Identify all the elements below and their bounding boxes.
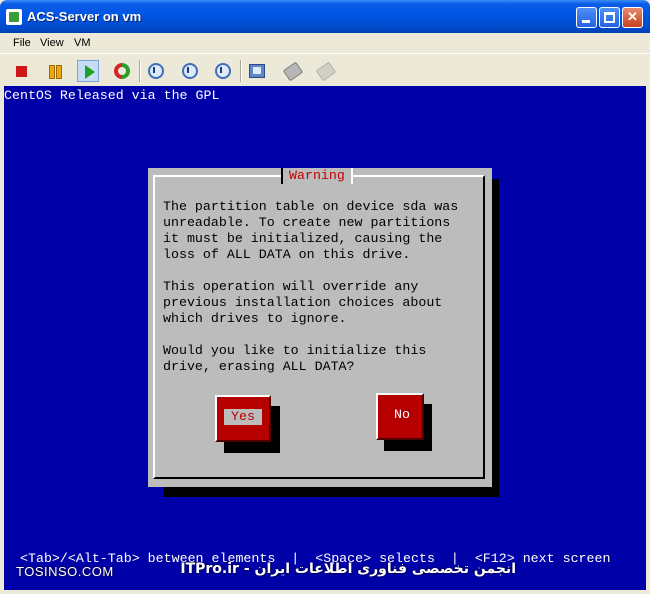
- toolbar: [0, 53, 650, 87]
- vmware-tools-button[interactable]: [282, 60, 304, 82]
- no-button-label: No: [394, 407, 410, 422]
- warning-dialog: Warning The partition table on device sd…: [148, 168, 492, 487]
- suspend-button[interactable]: [44, 60, 66, 82]
- dialog-message-1: The partition table on device sda was un…: [163, 199, 459, 262]
- pause-icon: [49, 65, 55, 79]
- vm-console[interactable]: CentOS Released via the GPL Warning The …: [4, 86, 646, 590]
- minimize-button[interactable]: [576, 7, 597, 28]
- menu-view[interactable]: View: [40, 37, 64, 49]
- preferences-button[interactable]: [246, 60, 268, 82]
- pause-icon-bar: [56, 65, 62, 79]
- menu-file[interactable]: File: [13, 37, 31, 49]
- dialog-message-3: Would you like to initialize this drive,…: [163, 343, 427, 374]
- dialog-title: Warning: [281, 168, 353, 184]
- yes-button[interactable]: Yes: [215, 395, 271, 442]
- stop-icon: [16, 66, 27, 77]
- vmware-tools-icon: [282, 61, 304, 82]
- play-icon: [85, 65, 95, 79]
- power-on-button[interactable]: [77, 60, 99, 82]
- yes-button-label: Yes: [224, 409, 262, 425]
- snapshot-manager-icon: [215, 63, 231, 79]
- maximize-button[interactable]: [599, 7, 620, 28]
- snapshot-icon: [148, 63, 164, 79]
- revert-snapshot-icon: [182, 63, 198, 79]
- watermark-right: انجمن تخصصی فناوری اطلاعات ایران - ITPro…: [180, 561, 516, 577]
- console-banner: CentOS Released via the GPL: [4, 88, 220, 103]
- power-off-button[interactable]: [10, 60, 32, 82]
- dialog-message-2: This operation will override any previou…: [163, 279, 443, 326]
- vmware-tools-disabled-button[interactable]: [315, 60, 337, 82]
- reset-icon: [114, 63, 130, 79]
- vmware-tools-disabled-icon: [315, 61, 337, 82]
- watermark-left: TOSINSO.COM: [16, 564, 114, 579]
- minimize-icon: [582, 20, 590, 23]
- toolbar-separator: [139, 60, 141, 82]
- vm-app-icon: [6, 9, 22, 25]
- menu-bar: File View VM: [0, 33, 650, 53]
- no-button[interactable]: No: [376, 393, 424, 440]
- close-button[interactable]: ✕: [622, 7, 643, 28]
- take-snapshot-button[interactable]: [145, 60, 167, 82]
- close-icon: ✕: [627, 9, 638, 24]
- title-bar[interactable]: ACS-Server on vm ✕: [0, 0, 650, 33]
- window-title: ACS-Server on vm: [27, 9, 142, 24]
- snapshot-manager-button[interactable]: [212, 60, 234, 82]
- revert-snapshot-button[interactable]: [179, 60, 201, 82]
- toolbar-separator-2: [240, 60, 242, 82]
- preferences-icon: [249, 64, 265, 78]
- reset-button[interactable]: [111, 60, 133, 82]
- menu-vm[interactable]: VM: [74, 37, 91, 49]
- maximize-icon: [604, 12, 615, 23]
